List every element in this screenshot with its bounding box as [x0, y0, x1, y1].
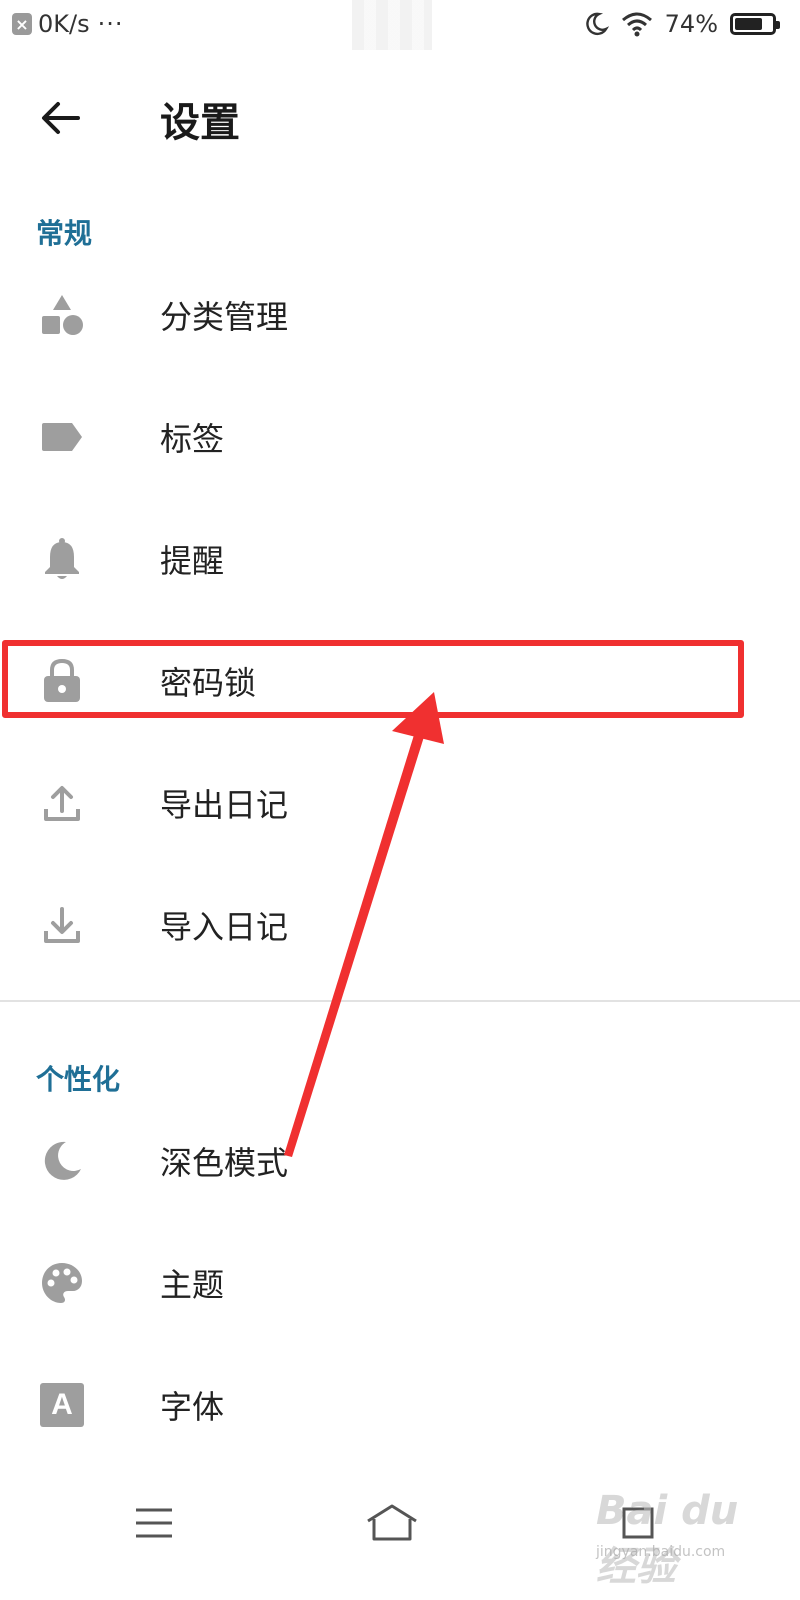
- notification-close-icon: ×: [12, 13, 32, 35]
- menu-item-category-management[interactable]: 分类管理: [0, 254, 800, 376]
- menu-item-theme[interactable]: 主题: [0, 1222, 800, 1344]
- font-icon: A: [40, 1383, 84, 1427]
- menu-item-reminder[interactable]: 提醒: [0, 498, 800, 620]
- menu-label: 分类管理: [160, 298, 289, 336]
- font-icon-letter: A: [51, 1388, 73, 1421]
- home-nav-button[interactable]: [362, 1498, 422, 1548]
- menu-label: 字体: [160, 1388, 225, 1426]
- status-bar: × 0K/s ··· 74%: [0, 0, 800, 54]
- lock-icon: [40, 658, 84, 703]
- menu-label: 标签: [160, 420, 225, 458]
- tag-icon: [40, 415, 84, 459]
- moon-icon: [40, 1139, 84, 1183]
- category-shapes-icon: [40, 293, 84, 337]
- section-header-general: 常规: [36, 217, 93, 250]
- app-bar: 设置: [0, 72, 800, 162]
- watermark-url: jingyan.baidu.com: [596, 1544, 726, 1560]
- menu-item-font[interactable]: A 字体: [0, 1344, 800, 1466]
- battery-fill: [735, 18, 762, 30]
- menu-label: 提醒: [160, 542, 225, 580]
- status-left: × 0K/s ···: [12, 10, 124, 38]
- moon-status-icon: [585, 12, 609, 36]
- menu-item-export-diary[interactable]: 导出日记: [0, 742, 800, 864]
- menu-label: 导出日记: [160, 786, 289, 824]
- section-divider: [0, 1000, 800, 1002]
- home-icon: [367, 1504, 417, 1541]
- menu-item-password-lock[interactable]: 密码锁: [0, 620, 800, 742]
- menu-item-dark-mode[interactable]: 深色模式: [0, 1100, 800, 1222]
- section-header-personalize: 个性化: [36, 1063, 121, 1096]
- palette-icon: [40, 1261, 84, 1305]
- page-title: 设置: [160, 100, 240, 146]
- menu-label: 密码锁: [160, 664, 257, 702]
- download-icon: [40, 903, 84, 947]
- net-speed: 0K/s: [38, 10, 90, 38]
- bell-icon: [40, 537, 84, 581]
- status-right: 74%: [571, 10, 780, 38]
- wifi-icon: [621, 12, 652, 37]
- menu-item-import-diary[interactable]: 导入日记: [0, 864, 800, 986]
- battery-icon: [730, 13, 780, 35]
- battery-percent: 74%: [664, 10, 718, 38]
- watermark-brand: Bai du 经验: [596, 1488, 739, 1590]
- hamburger-icon: [136, 1508, 172, 1538]
- more-notifications-dots: ···: [97, 10, 124, 38]
- menu-item-tags[interactable]: 标签: [0, 376, 800, 498]
- upload-icon: [40, 781, 84, 825]
- back-button[interactable]: [36, 94, 84, 142]
- menu-label: 导入日记: [160, 908, 289, 946]
- menu-nav-button[interactable]: [124, 1498, 184, 1548]
- arrow-back-icon: [42, 102, 80, 134]
- menu-label: 深色模式: [160, 1144, 289, 1182]
- menu-label: 主题: [160, 1266, 225, 1304]
- watermark: Bai du 经验 jingyan.baidu.com: [596, 1488, 756, 1590]
- blurred-area: [352, 0, 432, 50]
